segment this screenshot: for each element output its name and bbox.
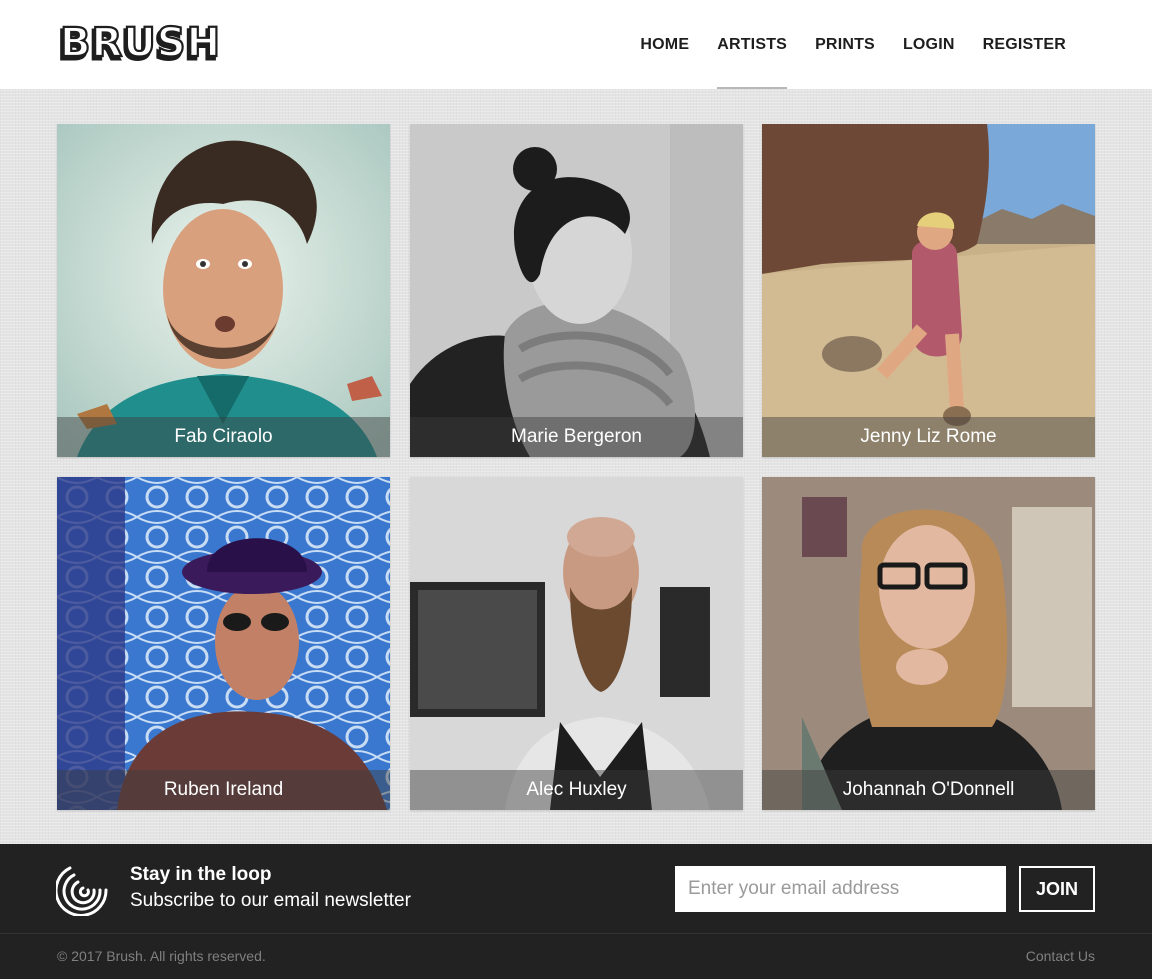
logo-wordmark: BRUSH BRUSH (57, 19, 222, 71)
artists-grid: Fab Ciraolo Marie Bergeron Jenny Liz Rom… (57, 124, 1095, 810)
svg-text:BRUSH: BRUSH (60, 24, 221, 66)
contact-link[interactable]: Contact Us (1026, 948, 1095, 964)
newsletter-title: Stay in the loop (130, 864, 272, 885)
artist-photo (57, 124, 390, 457)
nav-register[interactable]: REGISTER (983, 0, 1066, 89)
artist-card[interactable]: Johannah O'Donnell (762, 477, 1095, 810)
artist-card[interactable]: Ruben Ireland (57, 477, 390, 810)
copyright-text: © 2017 Brush. All rights reserved. (57, 948, 266, 964)
nav-artists[interactable]: ARTISTS (717, 0, 787, 89)
artist-card[interactable]: Fab Ciraolo (57, 124, 390, 457)
nav-prints[interactable]: PRINTS (815, 0, 875, 89)
artist-photo (410, 477, 743, 810)
artist-card[interactable]: Marie Bergeron (410, 124, 743, 457)
artist-photo (762, 124, 1095, 457)
artist-card[interactable]: Alec Huxley (410, 477, 743, 810)
footer-bottom: © 2017 Brush. All rights reserved. Conta… (0, 933, 1152, 979)
main-nav: HOME ARTISTS PRINTS LOGIN REGISTER (612, 0, 1066, 89)
artist-name: Marie Bergeron (410, 417, 743, 457)
artist-name: Ruben Ireland (57, 770, 390, 810)
newsletter-subtitle: Subscribe to our email newsletter (130, 890, 411, 911)
artist-photo (762, 477, 1095, 810)
site-header: BRUSH BRUSH HOME ARTISTS PRINTS LOGIN RE… (0, 0, 1152, 89)
loop-icon (56, 866, 108, 916)
nav-login[interactable]: LOGIN (903, 0, 955, 89)
artist-name: Alec Huxley (410, 770, 743, 810)
newsletter-bar: Stay in the loop Subscribe to our email … (0, 844, 1152, 933)
artists-section: Fab Ciraolo Marie Bergeron Jenny Liz Rom… (0, 89, 1152, 844)
email-input[interactable] (675, 866, 1006, 912)
artist-name: Fab Ciraolo (57, 417, 390, 457)
artist-photo (410, 124, 743, 457)
artist-name: Johannah O'Donnell (762, 770, 1095, 810)
join-button[interactable]: JOIN (1019, 866, 1095, 912)
artist-card[interactable]: Jenny Liz Rome (762, 124, 1095, 457)
artist-photo (57, 477, 390, 810)
artist-name: Jenny Liz Rome (762, 417, 1095, 457)
brush-logo[interactable]: BRUSH BRUSH (56, 19, 222, 71)
nav-home[interactable]: HOME (640, 0, 689, 89)
